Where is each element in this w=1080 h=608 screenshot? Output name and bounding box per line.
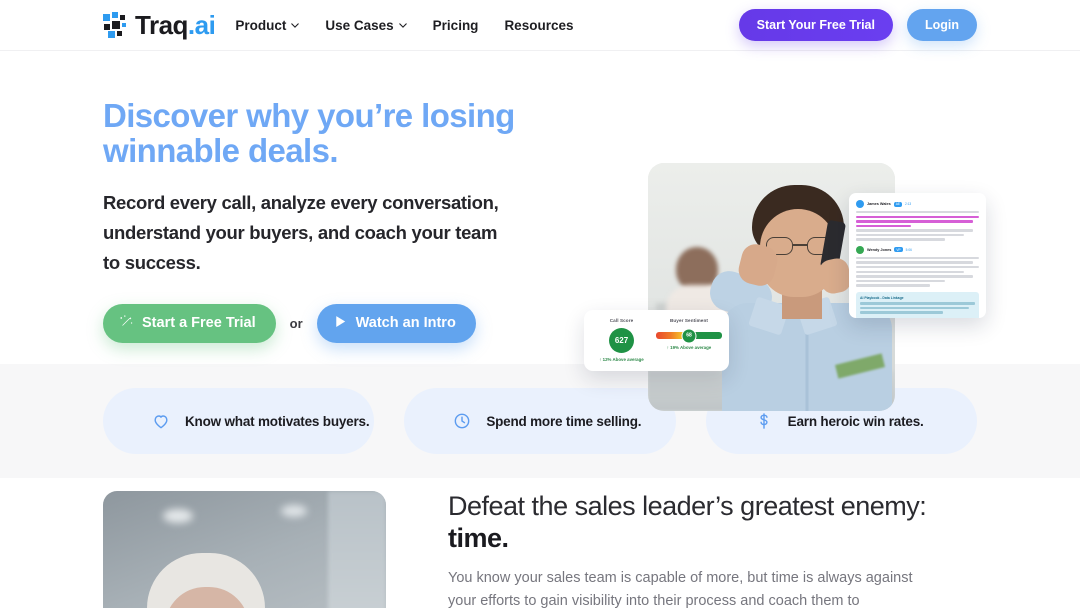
dollar-icon: [754, 411, 774, 431]
nav-item-use-cases-label: Use Cases: [325, 17, 394, 33]
sales-leader-copy: Defeat the sales leader’s greatest enemy…: [448, 478, 977, 608]
heart-icon: [151, 411, 171, 431]
buyer-sentiment-label: Buyer Sentiment: [669, 318, 708, 323]
hero-cta-group: Start a Free Trial or Watch an Intro: [103, 303, 573, 343]
section-body-text: You know your sales team is capable of m…: [448, 570, 913, 608]
speaker-name: Wendy Jones: [867, 247, 892, 252]
call-transcript-card: James Wales AE 2:13 Wendy Jones VP 5:06: [849, 193, 986, 318]
logo-suffix-text: .ai: [187, 10, 216, 40]
timestamp: 2:13: [904, 202, 912, 206]
play-icon: [333, 314, 348, 333]
feature-card-label: Earn heroic win rates.: [787, 413, 924, 429]
call-score-note: ↑ 12% Above average: [599, 357, 644, 362]
cta-divider-text: or: [289, 315, 303, 331]
start-free-trial-button[interactable]: Start Your Free Trial: [738, 9, 893, 41]
speaker-name: James Wales: [867, 202, 891, 206]
call-score-value: 627: [609, 328, 634, 353]
nav-item-product-label: Product: [235, 17, 287, 33]
section-title-normal: Defeat the sales leader’s greatest enemy…: [448, 491, 927, 521]
start-a-free-trial-label: Start a Free Trial: [142, 315, 256, 332]
nav-item-pricing[interactable]: Pricing: [433, 18, 479, 33]
call-score-label: Call Score: [609, 318, 634, 323]
top-navigation-bar: Traq.ai Product Use Cases Pricing Resour…: [0, 0, 1080, 51]
nav-actions: Start Your Free Trial Login: [738, 9, 977, 41]
magic-wand-icon: [119, 314, 134, 333]
page-title: Discover why you’re losing winnable deal…: [103, 97, 573, 169]
watch-an-intro-label: Watch an Intro: [355, 315, 456, 332]
nav-item-pricing-label: Pricing: [432, 17, 479, 33]
transcript-entry: James Wales AE 2:13: [856, 200, 979, 241]
section-title: Defeat the sales leader’s greatest enemy…: [448, 490, 977, 554]
nav-item-product[interactable]: Product: [235, 17, 300, 33]
site-logo[interactable]: Traq.ai: [103, 10, 216, 40]
call-metrics-card: Call Score 627 ↑ 12% Above average Buyer…: [584, 310, 729, 371]
traq-squares-logo-icon: [103, 12, 133, 38]
feature-card-label: Spend more time selling.: [486, 413, 642, 429]
call-score-metric: Call Score 627 ↑ 12% Above average: [591, 318, 652, 362]
nav-links: Product Use Cases Pricing Resources: [235, 18, 573, 33]
watch-an-intro-button[interactable]: Watch an Intro: [316, 303, 476, 343]
buyer-sentiment-note: ↑ 19% Above average: [666, 345, 712, 350]
transcript-speaker: James Wales AE 2:13: [856, 200, 979, 208]
avatar: [856, 200, 864, 208]
hero-copy: Discover why you’re losing winnable deal…: [103, 51, 573, 364]
feature-highlights-band: Know what motivates buyers. Spend more t…: [0, 364, 1080, 478]
hero-title-line-1: Discover why you’re losing: [103, 97, 515, 134]
nav-item-resources-label: Resources: [504, 17, 574, 33]
callout-title: AI Playbook - Data Linkage: [860, 295, 904, 300]
chevron-down-icon: [291, 22, 300, 28]
section-title-emphasis: time.: [448, 523, 509, 554]
speaker-role-badge: AE: [893, 201, 902, 207]
sentiment-gauge-value: 68: [681, 328, 697, 343]
hero-visual: Call Score 627 ↑ 12% Above average Buyer…: [584, 163, 986, 411]
hero-title-line-2: winnable deals.: [103, 131, 339, 169]
login-button[interactable]: Login: [906, 9, 977, 41]
ai-playbook-callout: AI Playbook - Data Linkage: [856, 291, 979, 318]
logo-wordmark: Traq.ai: [135, 10, 216, 40]
chevron-down-icon: [398, 22, 407, 28]
start-a-free-trial-button[interactable]: Start a Free Trial: [103, 303, 276, 343]
sentiment-gauge: 68: [656, 328, 722, 343]
transcript-speaker: Wendy Jones VP 5:06: [856, 245, 979, 254]
avatar: [856, 245, 864, 254]
sales-leader-portrait-photo: [103, 491, 386, 608]
nav-item-resources[interactable]: Resources: [504, 18, 573, 33]
feature-card-motivates-buyers[interactable]: Know what motivates buyers.: [103, 388, 375, 454]
feature-card-label: Know what motivates buyers.: [185, 413, 370, 429]
logo-name-text: Traq: [135, 10, 188, 40]
feature-card-time-selling[interactable]: Spend more time selling.: [404, 388, 676, 454]
hero-section: Discover why you’re losing winnable deal…: [0, 51, 1080, 411]
hero-subtitle: Record every call, analyze every convers…: [103, 191, 499, 273]
clock-icon: [452, 411, 472, 431]
nav-item-use-cases[interactable]: Use Cases: [325, 17, 407, 33]
buyer-sentiment-metric: Buyer Sentiment 68 ↑ 19% Above average: [656, 318, 722, 362]
speaker-role-badge: VP: [894, 247, 903, 253]
transcript-entry: Wendy Jones VP 5:06: [856, 245, 979, 287]
sales-leader-section: Defeat the sales leader’s greatest enemy…: [0, 478, 1080, 608]
timestamp: 5:06: [905, 247, 912, 252]
